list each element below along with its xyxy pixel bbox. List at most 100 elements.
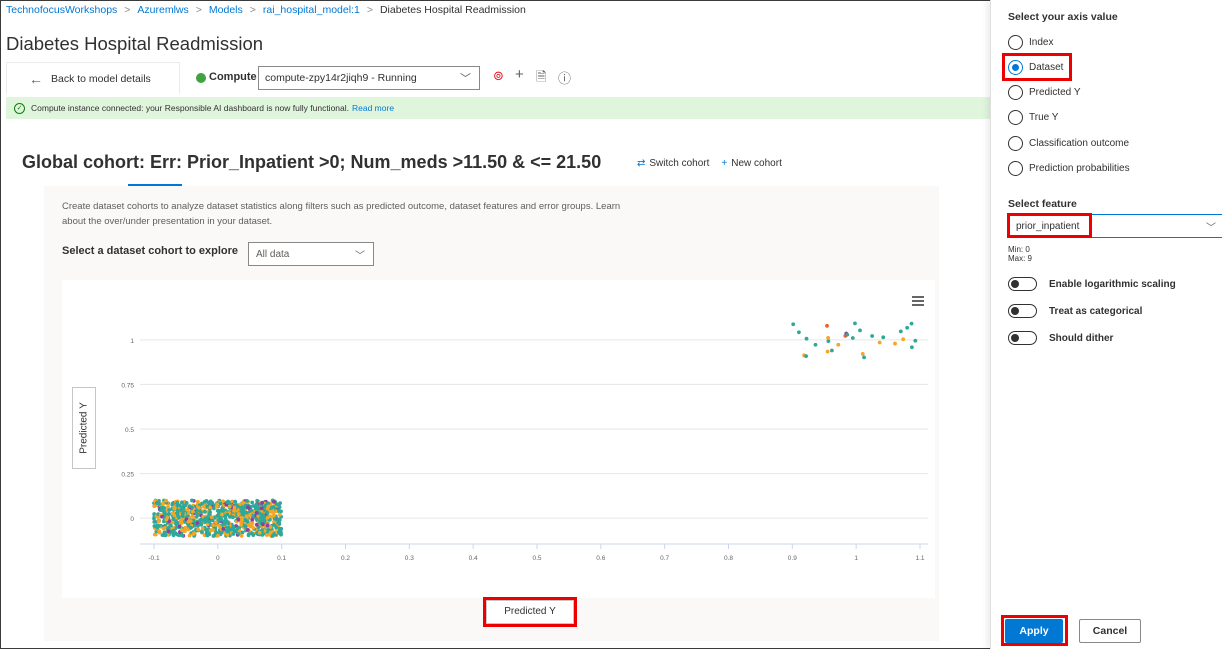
data-point <box>163 511 167 516</box>
data-point <box>870 334 875 338</box>
y-tick-label: 0.5 <box>125 427 134 434</box>
data-point <box>241 509 246 514</box>
data-point <box>268 514 273 519</box>
scatter-chart[interactable]: 0 0.25 0.5 0.75 1 -0.1 0 0.1 0.2 0.3 0.4 0.5 0.6 0.7 0… <box>62 280 935 598</box>
document-icon[interactable]: 🗎 <box>536 68 546 90</box>
data-point <box>266 501 271 506</box>
arrow-left-icon: ← <box>29 70 43 87</box>
data-point <box>203 520 207 524</box>
toggle-label: Should dither <box>1049 332 1114 344</box>
data-point <box>804 354 808 359</box>
back-to-model-button[interactable]: ← Back to model details <box>6 62 180 94</box>
data-point <box>245 528 250 532</box>
data-point <box>254 511 259 515</box>
radio-circle <box>1008 34 1023 50</box>
stop-icon[interactable]: ⊚ <box>493 68 504 84</box>
data-point <box>246 533 251 538</box>
x-axis-selector-button[interactable]: Predicted Y <box>486 600 574 624</box>
toggle-switch <box>1008 304 1037 318</box>
info-icon[interactable]: ⓘ <box>558 68 571 87</box>
data-point <box>239 522 244 527</box>
data-point <box>232 505 237 510</box>
data-point <box>167 512 171 516</box>
chart-menu-icon[interactable] <box>912 296 924 308</box>
apply-button[interactable]: Apply <box>1005 619 1063 643</box>
x-tick-label: 0.1 <box>277 555 286 562</box>
breadcrumb-separator: > <box>124 4 131 16</box>
read-more-link[interactable]: Read more <box>352 103 394 113</box>
x-tick-label: 0.8 <box>724 555 733 562</box>
data-point <box>199 510 203 515</box>
cohort-select[interactable]: All data ﹀ <box>248 242 374 266</box>
data-point <box>246 505 251 510</box>
data-point <box>248 513 252 517</box>
data-point <box>791 322 796 327</box>
radio-prediction-probabilities[interactable]: Prediction probabilities <box>1008 160 1130 176</box>
breadcrumb-separator: > <box>195 4 202 16</box>
data-point <box>279 509 283 514</box>
dither-toggle[interactable]: Should dither <box>1008 330 1113 346</box>
compute-select[interactable]: compute-zpy14r2jiqh9 - Running ﹀ <box>258 66 480 90</box>
data-point <box>265 523 270 528</box>
data-point <box>277 531 282 535</box>
data-point <box>195 521 200 525</box>
x-tick-label: 0.7 <box>660 555 669 562</box>
add-icon[interactable]: + <box>515 66 524 83</box>
data-point <box>225 520 230 525</box>
log-scaling-toggle[interactable]: Enable logarithmic scaling <box>1008 276 1176 292</box>
data-point <box>231 532 236 536</box>
data-point <box>264 533 269 537</box>
categorical-toggle[interactable]: Treat as categorical <box>1008 303 1142 319</box>
breadcrumb-workspace-group[interactable]: TechnofocusWorkshops <box>6 4 117 16</box>
data-point <box>826 335 831 340</box>
data-point <box>192 531 197 536</box>
data-point <box>881 335 886 340</box>
data-point <box>156 517 161 522</box>
new-cohort-button[interactable]: + New cohort <box>721 158 781 169</box>
data-point <box>271 513 276 518</box>
radio-circle <box>1008 160 1023 176</box>
data-point <box>195 499 200 504</box>
radio-index[interactable]: Index <box>1008 34 1053 50</box>
radio-predicted-y[interactable]: Predicted Y <box>1008 84 1081 100</box>
breadcrumb-workspace[interactable]: Azuremlws <box>137 4 188 16</box>
radio-dataset[interactable]: Dataset <box>1008 59 1063 75</box>
data-point <box>250 500 255 505</box>
switch-cohort-button[interactable]: ⇄ Switch cohort <box>637 158 709 169</box>
data-point <box>213 520 218 525</box>
data-point <box>259 506 264 511</box>
breadcrumb-model[interactable]: rai_hospital_model:1 <box>263 4 360 16</box>
x-tick-label: 1.1 <box>915 555 924 562</box>
breadcrumb-separator: > <box>366 4 373 16</box>
data-point <box>244 514 249 519</box>
radio-circle <box>1008 135 1023 151</box>
data-point <box>208 510 213 515</box>
data-point <box>180 528 184 533</box>
data-point <box>825 349 830 354</box>
data-point <box>157 524 161 528</box>
feature-select[interactable]: prior_inpatient ﹀ <box>1008 214 1222 238</box>
data-point <box>909 345 914 350</box>
radio-true-y[interactable]: True Y <box>1008 109 1058 125</box>
data-point <box>177 515 181 520</box>
toolbar: ← Back to model details Compute compute-… <box>6 62 986 94</box>
explorer-description: Create dataset cohorts to analyze datase… <box>62 201 621 227</box>
data-point <box>248 521 253 526</box>
data-point <box>171 528 176 533</box>
data-point <box>206 500 211 505</box>
cancel-button[interactable]: Cancel <box>1079 619 1141 643</box>
data-point <box>893 341 897 346</box>
data-point <box>164 498 168 503</box>
data-point <box>220 512 224 517</box>
data-point <box>225 512 230 517</box>
feature-min: Min: 0 <box>1008 245 1030 254</box>
x-tick-label: -0.1 <box>148 555 160 562</box>
toggle-label: Enable logarithmic scaling <box>1049 278 1176 290</box>
x-tick-label: 1 <box>854 555 858 562</box>
data-point <box>836 342 841 347</box>
data-point <box>226 525 231 530</box>
y-axis-label: Predicted Y <box>78 402 90 454</box>
breadcrumb-models[interactable]: Models <box>209 4 243 16</box>
radio-classification-outcome[interactable]: Classification outcome <box>1008 135 1129 151</box>
back-label: Back to model details <box>51 72 151 85</box>
